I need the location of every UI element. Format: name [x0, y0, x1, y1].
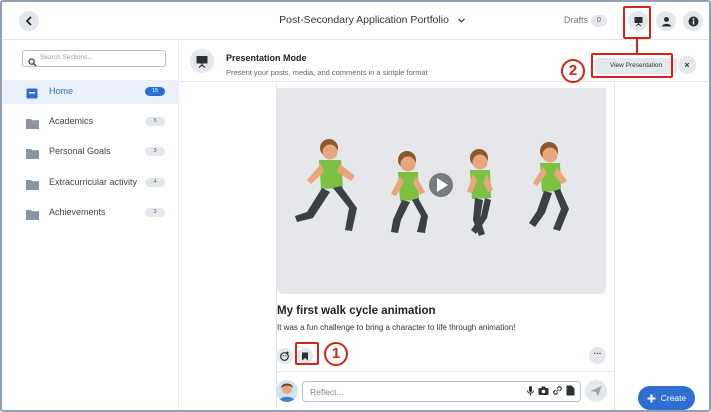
home-icon — [26, 86, 38, 99]
sidebar-item-count: 5 — [145, 117, 165, 126]
post-more-button[interactable]: ··· — [589, 347, 606, 364]
banner-title: Presentation Mode — [226, 53, 307, 63]
highlight-presentation-button — [623, 6, 651, 39]
info-icon — [688, 16, 698, 26]
chevron-down-icon — [457, 14, 465, 26]
close-banner-button[interactable]: × — [678, 56, 696, 74]
send-comment-button[interactable] — [585, 380, 607, 402]
comment-divider — [277, 371, 614, 372]
sidebar-item-achievements[interactable]: Achievements 3 — [2, 201, 179, 225]
step-1-marker: 1 — [324, 342, 348, 366]
sidebar-item-count: 4 — [145, 178, 165, 187]
create-button[interactable]: Create — [638, 386, 695, 410]
portfolio-title-dropdown[interactable]: Post-Secondary Application Portfolio — [252, 14, 492, 26]
person-icon — [661, 16, 671, 26]
link-icon[interactable] — [552, 385, 563, 396]
post-text: It was a fun challenge to bring a charac… — [277, 323, 516, 332]
presentation-icon — [190, 49, 214, 73]
sidebar-item-academics[interactable]: Academics 5 — [2, 110, 179, 134]
sidebar-item-label: Personal Goals — [49, 146, 111, 156]
sidebar-item-label: Academics — [49, 116, 94, 126]
drafts-label[interactable]: Drafts — [564, 15, 588, 25]
search-icon — [28, 54, 37, 72]
top-bar: Post-Secondary Application Portfolio Dra… — [2, 2, 709, 40]
drafts-count-badge: 0 — [591, 15, 607, 27]
highlight-view-presentation — [591, 53, 673, 78]
info-button[interactable] — [683, 11, 703, 31]
sidebar-item-home[interactable]: Home 15 — [2, 80, 179, 104]
file-icon[interactable] — [566, 385, 575, 396]
sections-sidebar: Search Sections... Home 15 Academics 5 P… — [2, 41, 179, 410]
folder-icon — [26, 177, 39, 190]
sidebar-item-personal-goals[interactable]: Personal Goals 3 — [2, 140, 179, 164]
app-window: Post-Secondary Application Portfolio Dra… — [0, 0, 711, 412]
walk-cycle-illustration — [295, 139, 569, 236]
back-button[interactable] — [19, 11, 39, 31]
emoji-add-icon — [280, 351, 289, 361]
reflect-placeholder: Reflect... — [310, 387, 344, 397]
sidebar-item-count: 3 — [145, 147, 165, 156]
comment-tools — [526, 385, 575, 396]
highlight-bookmark-button — [295, 342, 319, 365]
send-icon — [590, 386, 602, 397]
search-placeholder: Search Sections... — [40, 54, 93, 61]
sidebar-item-extracurricular-activity[interactable]: Extracurricular activity 4 — [2, 171, 179, 195]
post-video[interactable] — [277, 88, 606, 294]
sidebar-item-label: Extracurricular activity — [49, 177, 138, 187]
annotation-connector — [636, 39, 638, 53]
reflect-comment-input[interactable]: Reflect... — [302, 381, 581, 402]
sidebar-item-count: 15 — [145, 87, 165, 96]
sidebar-item-label: Home — [49, 86, 74, 96]
profile-button[interactable] — [656, 11, 676, 31]
microphone-icon[interactable] — [526, 385, 535, 396]
post-title: My first walk cycle animation — [277, 305, 436, 317]
create-button-label: Create — [660, 393, 687, 403]
play-icon — [429, 173, 453, 197]
plus-icon — [647, 394, 656, 402]
card-divider — [614, 83, 615, 410]
folder-icon — [26, 146, 39, 159]
folder-icon — [26, 207, 39, 220]
camera-icon[interactable] — [538, 385, 549, 396]
avatar — [276, 380, 298, 402]
step-2-marker: 2 — [561, 59, 585, 83]
sidebar-item-count: 3 — [145, 208, 165, 217]
back-icon — [25, 16, 32, 26]
sidebar-item-label: Achievements — [49, 207, 106, 217]
add-reaction-button[interactable] — [277, 348, 293, 364]
search-sections-field[interactable]: Search Sections... — [22, 50, 166, 67]
folder-icon — [26, 116, 39, 129]
portfolio-title: Post-Secondary Application Portfolio — [279, 14, 449, 26]
post-feed: My first walk cycle animation It was a f… — [180, 83, 709, 410]
banner-subtitle: Present your posts, media, and comments … — [226, 68, 428, 77]
